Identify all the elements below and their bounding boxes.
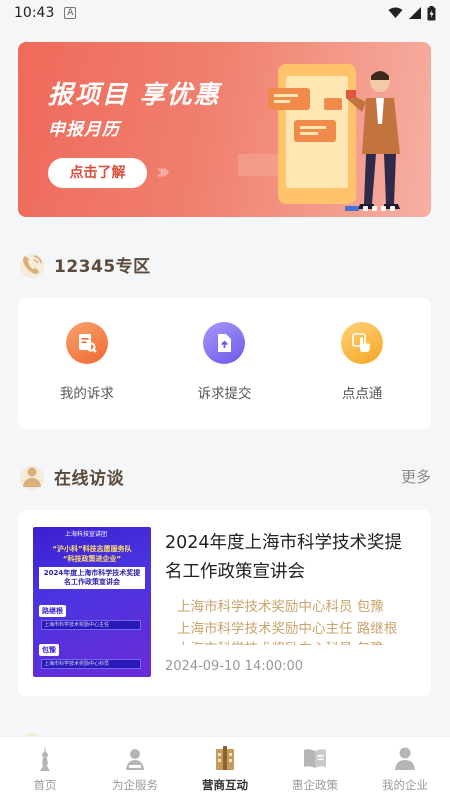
section-12345-title: 12345专区 [54,256,151,277]
nav-my-enterprise-label: 我的企业 [382,778,428,792]
thumbnail-slogan: “科技政策进企业” [62,555,122,563]
banner-pagination[interactable] [345,206,395,211]
policy-book-icon [302,745,328,771]
banner-title: 报项目 享优惠 [48,80,221,109]
person-icon [20,466,44,490]
nav-business-interaction[interactable]: 营商互动 [180,737,270,800]
thumbnail-speaker-role: 上海市科学技术奖励中心主任 [41,620,141,630]
interview-speaker: 上海市科学技术奖励中心科员 包豫 [177,637,422,645]
hand-tap-icon [341,322,384,364]
banner-dot[interactable] [372,206,377,211]
submit-appeal-label: 诉求提交 [197,386,252,402]
section-interview-header: 在线访谈 更多 [18,458,431,494]
thumbnail-brand: 上海科技宣讲团 [65,531,108,538]
interview-thumbnail: 上海科技宣讲团 “沪小科”科技志愿服务队 “科技政策进企业” 2024年度上海市… [33,527,151,677]
banner-subtitle: 申报月历 [48,120,120,140]
interview-card[interactable]: 上海科技宣讲团 “沪小科”科技志愿服务队 “科技政策进企业” 2024年度上海市… [18,510,431,696]
nav-home[interactable]: 首页 [0,737,90,800]
nav-enterprise-service[interactable]: 为企服务 [90,737,180,800]
section-interview-title: 在线访谈 [54,468,124,489]
user-icon [392,745,418,771]
nav-enterprise-service-label: 为企服务 [112,778,158,792]
wifi-icon [388,7,403,18]
banner-dot[interactable] [390,206,395,211]
promo-banner[interactable]: 报项目 享优惠 申报月历 点击了解 ››› [18,42,431,217]
diandiantong-button[interactable]: 点点通 [307,322,417,429]
interview-speaker: 上海市科学技术奖励中心主任 路继根 [177,621,398,637]
signal-icon [409,7,421,19]
app-screen: 10:43 A 报项目 享优惠 申报月历 点击了解 ››› 12345专区 我的… [0,0,450,800]
thumbnail-speaker2-role: 上海市科学技术奖励中心科员 [41,659,141,669]
interview-title: 2024年度上海市科学技术奖提名工作政策宣讲会 [165,533,403,582]
interview-more-link[interactable]: 更多 [401,466,431,487]
my-appeals-button[interactable]: 我的诉求 [32,322,142,429]
next-section-peek [18,726,431,736]
banner-illustration [238,64,400,209]
banner-dot[interactable] [345,206,359,211]
service-person-icon [122,745,148,771]
thumbnail-speaker2-tag: 包豫 [39,644,59,656]
banner-dot[interactable] [381,206,386,211]
service-12345-card: 我的诉求 诉求提交 点点通 [18,298,431,429]
nav-policy-label: 惠企政策 [292,778,338,792]
status-indicators [388,5,436,21]
building-icon [212,745,238,771]
notification-icon: A [64,7,77,19]
section-12345-header: 12345专区 [18,246,431,282]
my-appeals-label: 我的诉求 [59,386,114,402]
bottom-nav: 首页 为企服务 营商互动 惠企政策 我的企业 [0,736,450,800]
phone-icon [20,254,44,278]
nav-policy[interactable]: 惠企政策 [270,737,360,800]
thumbnail-tagline: “沪小科”科技志愿服务队 [52,545,132,553]
interview-date: 2024-09-10 14:00:00 [165,659,304,674]
nav-my-enterprise[interactable]: 我的企业 [360,737,450,800]
thumbnail-heading: 2024年度上海市科学技术奖提名工作政策宣讲会 [39,567,145,589]
diandiantong-label: 点点通 [341,386,383,402]
file-upload-icon [203,322,246,364]
status-time: 10:43 [14,5,55,21]
banner-learn-more-button[interactable]: 点击了解 [48,158,147,188]
tower-icon [32,745,58,771]
document-search-icon [65,322,108,364]
submit-appeal-button[interactable]: 诉求提交 [169,322,279,429]
banner-arrows-icon: ››› [156,160,171,185]
banner-dot[interactable] [363,206,368,211]
nav-business-interaction-label: 营商互动 [202,778,248,792]
thumbnail-speaker-tag: 路继根 [39,605,66,617]
interview-speaker: 上海市科学技术奖励中心科员 包豫 [177,599,384,615]
battery-icon [427,5,436,20]
nav-home-label: 首页 [33,778,57,792]
status-bar: 10:43 A [0,0,450,26]
